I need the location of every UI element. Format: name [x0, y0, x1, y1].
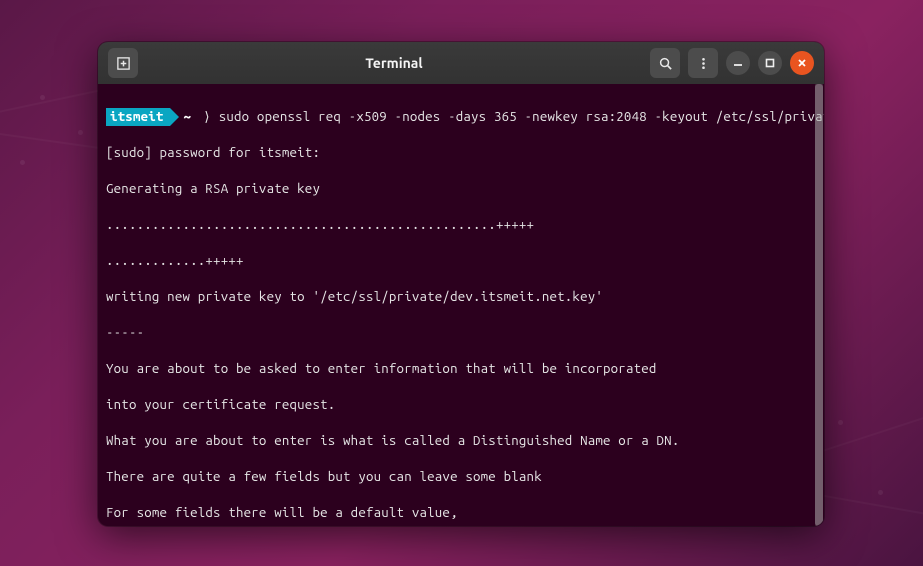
scrollbar[interactable] — [815, 84, 823, 526]
window-title: Terminal — [146, 55, 642, 71]
menu-button[interactable] — [688, 48, 718, 78]
scrollbar-thumb[interactable] — [815, 84, 823, 526]
output-line: There are quite a few fields but you can… — [106, 468, 816, 486]
prompt-arrow-icon: ⟩ — [195, 109, 219, 124]
titlebar[interactable]: Terminal — [98, 42, 824, 84]
prompt-hostname: itsmeit — [106, 108, 170, 126]
output-line: ........................................… — [106, 216, 816, 234]
maximize-button[interactable] — [758, 51, 782, 75]
new-tab-button[interactable] — [108, 48, 138, 78]
output-line: For some fields there will be a default … — [106, 504, 816, 522]
terminal-window: Terminal itsmeit ~ ⟩ sudo openssl req -x5… — [98, 42, 824, 526]
output-line: What you are about to enter is what is c… — [106, 432, 816, 450]
output-line: You are about to be asked to enter infor… — [106, 360, 816, 378]
minimize-button[interactable] — [726, 51, 750, 75]
output-line: Generating a RSA private key — [106, 180, 816, 198]
search-button[interactable] — [650, 48, 680, 78]
output-line: ----- — [106, 324, 816, 342]
output-line: [sudo] password for itsmeit: — [106, 144, 816, 162]
output-line: .............+++++ — [106, 252, 816, 270]
output-line: into your certificate request. — [106, 396, 816, 414]
close-button[interactable] — [790, 51, 814, 75]
terminal-body[interactable]: itsmeit ~ ⟩ sudo openssl req -x509 -nodes… — [98, 84, 824, 526]
command-text: sudo openssl req -x509 -nodes -days 365 … — [219, 109, 824, 124]
prompt-path: ~ — [184, 109, 192, 124]
output-line: writing new private key to '/etc/ssl/pri… — [106, 288, 816, 306]
